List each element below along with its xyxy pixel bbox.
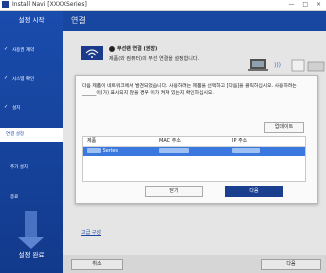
- dialog-message: 다음 제품이 네트워크에서 발견되었습니다. 사용하려는 제품을 선택하고 [다…: [82, 84, 297, 96]
- sidebar-step-label: 사용권 계약: [12, 48, 35, 53]
- sidebar-step-label: 추가 설치: [10, 165, 28, 170]
- sidebar-step-label: 종료: [10, 195, 19, 200]
- sidebar-step-connection: 연결 설정: [0, 128, 66, 142]
- sidebar-step-additional: 추가 설치: [0, 161, 63, 175]
- checkmark-icon: ✓: [4, 75, 9, 81]
- column-header-product: 제품: [87, 138, 97, 144]
- sidebar-step-label: 연결 설정: [6, 132, 24, 137]
- progress-arrow-head-icon: [18, 237, 44, 249]
- sidebar-step-label: 시스템 확인: [12, 77, 35, 82]
- ip-cell: [232, 147, 260, 156]
- window-title: Install Navi [XXXXSeries]: [12, 1, 87, 8]
- checkmark-icon: ✓: [4, 46, 9, 52]
- redacted-mac: [159, 148, 189, 153]
- checkmark-icon: ✓: [4, 104, 9, 110]
- update-button[interactable]: 업데이트: [264, 122, 304, 133]
- printer-selection-dialog: 다음 제품이 네트워크에서 발견되었습니다. 사용하려는 제품을 선택하고 [다…: [75, 75, 318, 204]
- product-cell: Series: [87, 147, 118, 156]
- redacted-ip: [232, 148, 260, 153]
- column-header-mac: MAC 주소: [159, 138, 181, 144]
- table-header: 제품 MAC 주소 IP 주소: [83, 137, 305, 147]
- dialog-close-button[interactable]: 닫기: [145, 186, 203, 197]
- sidebar-header: 설정 시작: [18, 16, 45, 24]
- sidebar: 설정 시작 ✓ 사용권 계약 ✓ 시스템 확인 ✓ 설치 연결 설정 추가 설치…: [0, 11, 66, 273]
- sidebar-step-system-check: ✓ 시스템 확인: [0, 73, 63, 87]
- dialog-next-button[interactable]: 다음: [225, 186, 283, 197]
- printer-table: 제품 MAC 주소 IP 주소 Series: [82, 136, 306, 182]
- sidebar-step-finish: 종료: [0, 191, 63, 205]
- sidebar-step-license: ✓ 사용권 계약: [0, 44, 63, 58]
- column-header-ip: IP 주소: [232, 138, 248, 144]
- sidebar-step-label: 설치: [12, 106, 21, 111]
- title-bar: Install Navi [XXXXSeries] — □ ×: [0, 0, 326, 11]
- redacted-model-name: [87, 148, 101, 153]
- window-controls[interactable]: — □ ×: [288, 0, 324, 10]
- app-icon: [2, 1, 9, 8]
- product-series-text: Series: [102, 148, 118, 154]
- mac-cell: [159, 147, 189, 156]
- sidebar-footer: 설정 완료: [18, 251, 45, 259]
- table-row[interactable]: Series: [83, 147, 305, 156]
- sidebar-step-install: ✓ 설치: [0, 102, 63, 116]
- progress-arrow-icon: [25, 211, 37, 238]
